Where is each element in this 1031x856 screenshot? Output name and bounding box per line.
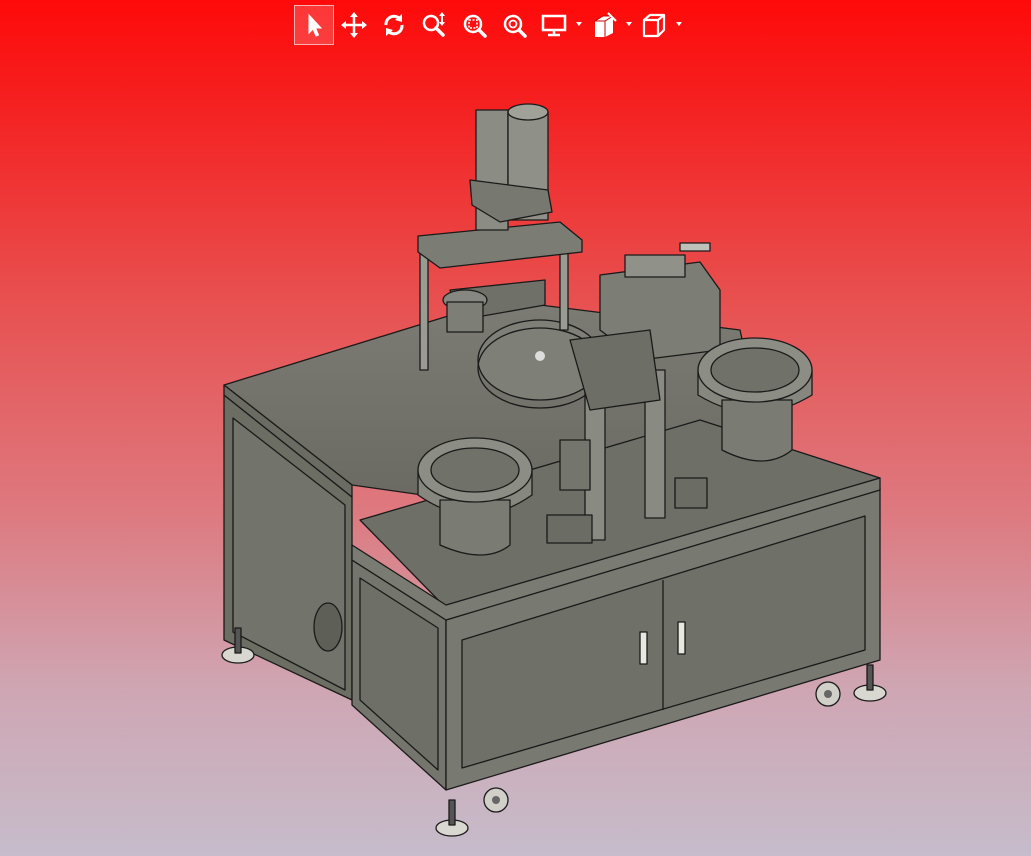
zoom-fit-button[interactable] — [494, 5, 534, 45]
zoom-window-button[interactable] — [454, 5, 494, 45]
3d-viewport[interactable] — [0, 0, 1031, 856]
view-orientation-button[interactable] — [634, 5, 684, 45]
display-mode-button[interactable] — [534, 5, 584, 45]
rotate-icon — [384, 14, 404, 36]
zoom-window-icon — [463, 14, 487, 38]
view-toolbar — [294, 4, 684, 46]
section-view-icon — [593, 12, 617, 37]
chevron-down-icon — [676, 22, 682, 26]
view-orientation-cube-icon — [642, 13, 666, 38]
machine-model[interactable] — [0, 0, 1031, 856]
display-mode-icon — [541, 14, 567, 37]
rotate-tool-button[interactable] — [374, 5, 414, 45]
zoom-dynamic-button[interactable] — [414, 5, 454, 45]
chevron-down-icon — [626, 22, 632, 26]
pan-tool-button[interactable] — [334, 5, 374, 45]
pan-icon — [341, 12, 367, 38]
select-arrow-icon — [308, 13, 323, 37]
section-view-button[interactable] — [584, 5, 634, 45]
zoom-dynamic-icon — [422, 12, 445, 37]
chevron-down-icon — [576, 22, 582, 26]
select-tool-button[interactable] — [294, 5, 334, 45]
zoom-fit-icon — [503, 14, 527, 38]
